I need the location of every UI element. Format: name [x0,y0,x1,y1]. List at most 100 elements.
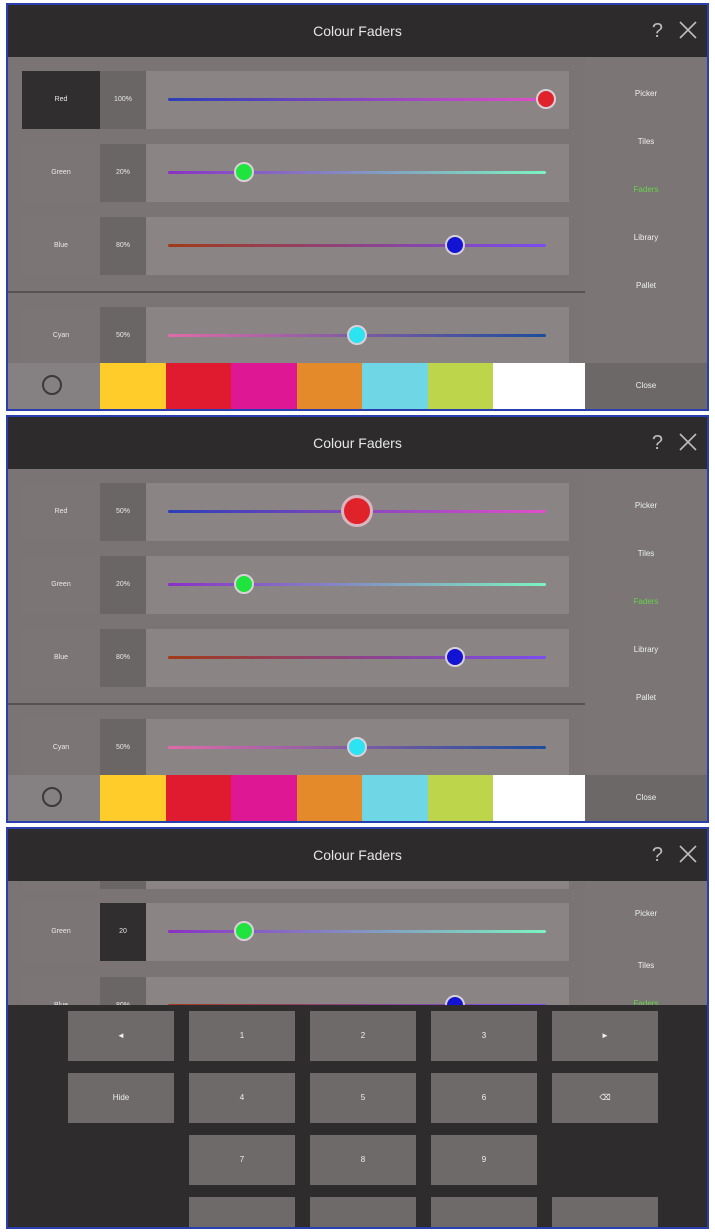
close-icon[interactable] [677,431,699,453]
key-partial[interactable] [552,1197,658,1227]
title-bar: Colour Faders ? [8,5,707,57]
key-5[interactable]: 5 [310,1073,416,1123]
close-button[interactable]: Close [585,363,707,409]
side-item-tiles[interactable]: Tiles [585,961,707,970]
fader-label[interactable]: Green [22,144,100,202]
side-item-tiles[interactable]: Tiles [585,137,707,146]
side-item-library[interactable]: Library [585,233,707,242]
no-colour-swatch[interactable] [8,775,100,821]
fader-track[interactable] [168,98,546,101]
fader-knob[interactable] [347,737,367,757]
key-partial[interactable] [310,1197,416,1227]
key-left-arrow[interactable]: ◄ [68,1011,174,1061]
swatch[interactable] [362,775,428,821]
fader-knob[interactable] [233,162,254,182]
fader-value[interactable] [100,881,146,889]
fader-knob[interactable] [347,325,367,345]
swatch[interactable] [166,775,231,821]
help-icon[interactable]: ? [652,5,663,57]
fader-value[interactable]: 20% [100,144,146,202]
fader-track[interactable] [168,583,546,586]
side-item-picker[interactable]: Picker [585,501,707,510]
side-item-picker[interactable]: Picker [585,909,707,918]
fader-label[interactable]: Green [22,903,100,961]
fader-value[interactable]: 20% [100,556,146,614]
swatch[interactable] [297,363,362,409]
swatch[interactable] [231,363,297,409]
key-9[interactable]: 9 [431,1135,537,1185]
fader-row-green: Green 20% [22,556,569,614]
swatch[interactable] [493,363,585,409]
fader-label[interactable]: Blue [22,217,100,275]
side-item-faders[interactable]: Faders [585,185,707,194]
fader-label[interactable]: Green [22,556,100,614]
fader-value[interactable]: 100% [100,71,146,129]
fader-value[interactable]: 50% [100,483,146,541]
fader-label[interactable]: Red [22,71,100,129]
close-icon[interactable] [677,843,699,865]
key-4[interactable]: 4 [189,1073,295,1123]
key-7[interactable]: 7 [189,1135,295,1185]
swatch[interactable] [100,363,166,409]
fader-label[interactable]: Cyan [22,719,100,775]
fader-knob[interactable] [445,995,466,1005]
close-icon[interactable] [677,19,699,41]
side-item-library[interactable]: Library [585,645,707,654]
side-item-tiles[interactable]: Tiles [585,549,707,558]
fader-knob[interactable] [536,89,556,109]
swatch[interactable] [231,775,297,821]
swatch[interactable] [428,363,493,409]
key-6[interactable]: 6 [431,1073,537,1123]
swatch[interactable] [362,363,428,409]
fader-knob[interactable] [233,921,254,941]
fader-label[interactable]: Blue [22,977,100,1005]
fader-value[interactable]: 50% [100,307,146,363]
swatch[interactable] [100,775,166,821]
window-title: Colour Faders [313,23,402,39]
fader-value-editing[interactable]: 20 [100,903,146,961]
fader-knob[interactable] [445,647,466,667]
key-1[interactable]: 1 [189,1011,295,1061]
key-partial[interactable] [189,1197,295,1227]
window-title: Colour Faders [313,435,402,451]
key-partial[interactable] [431,1197,537,1227]
key-8[interactable]: 8 [310,1135,416,1185]
side-item-pallet[interactable]: Pallet [585,693,707,702]
fader-value[interactable]: 80% [100,217,146,275]
help-icon[interactable]: ? [652,417,663,469]
side-item-pallet[interactable]: Pallet [585,281,707,290]
side-item-faders[interactable]: Faders [585,597,707,606]
fader-value[interactable]: 80% [100,977,146,1005]
key-backspace[interactable]: ⌫ [552,1073,658,1123]
fader-label[interactable]: Cyan [22,307,100,363]
key-2[interactable]: 2 [310,1011,416,1061]
fader-label[interactable] [22,881,100,889]
fader-track[interactable] [168,171,546,174]
numeric-keypad: ◄ 1 2 3 ► Hide 4 5 6 ⌫ 7 8 9 [8,1005,707,1227]
fader-value[interactable]: 80% [100,629,146,687]
fader-row-green: Green 20 [22,903,569,961]
fader-label[interactable]: Red [22,483,100,541]
fader-row-partial [22,881,569,889]
swatch[interactable] [297,775,362,821]
swatch[interactable] [493,775,585,821]
key-right-arrow[interactable]: ► [552,1011,658,1061]
fader-knob[interactable] [445,235,466,255]
fader-track[interactable] [168,244,546,247]
fader-row-green: Green 20% [22,144,569,202]
fader-knob[interactable] [233,574,254,594]
fader-label[interactable]: Blue [22,629,100,687]
side-menu: Picker Tiles Faders [585,881,707,1008]
help-icon[interactable]: ? [652,829,663,881]
key-3[interactable]: 3 [431,1011,537,1061]
fader-knob[interactable] [341,495,373,527]
close-button[interactable]: Close [585,775,707,821]
fader-value[interactable]: 50% [100,719,146,775]
fader-track[interactable] [168,656,546,659]
swatch[interactable] [428,775,493,821]
key-hide[interactable]: Hide [68,1073,174,1123]
side-item-picker[interactable]: Picker [585,89,707,98]
swatch[interactable] [166,363,231,409]
fader-track[interactable] [168,930,546,933]
no-colour-swatch[interactable] [8,363,100,409]
